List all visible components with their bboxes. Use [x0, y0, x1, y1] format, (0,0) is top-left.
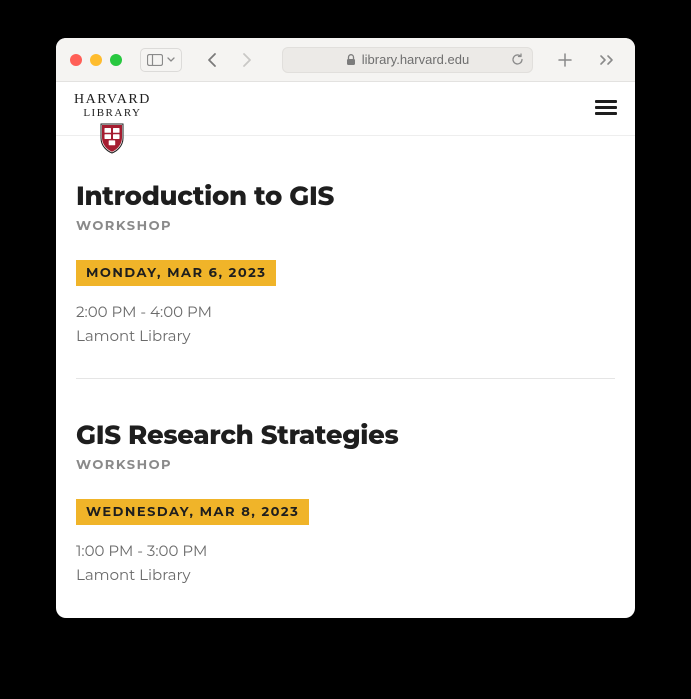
- event-item: GIS Research Strategies WORKSHOP WEDNESD…: [76, 378, 615, 617]
- overflow-button[interactable]: [593, 48, 621, 72]
- brand-line2: LIBRARY: [74, 107, 151, 119]
- minimize-window-button[interactable]: [90, 54, 102, 66]
- url-text: library.harvard.edu: [362, 52, 469, 67]
- sidebar-toggle-button[interactable]: [140, 48, 182, 72]
- event-item: Introduction to GIS WORKSHOP MONDAY, MAR…: [76, 164, 615, 378]
- event-location: Lamont Library: [76, 563, 615, 587]
- browser-window: library.harvard.edu HARVARD LIBRARY: [56, 38, 635, 618]
- event-type: WORKSHOP: [76, 218, 615, 234]
- event-time: 1:00 PM - 3:00 PM: [76, 539, 615, 563]
- close-window-button[interactable]: [70, 54, 82, 66]
- lock-icon: [346, 54, 356, 66]
- reload-button[interactable]: [511, 53, 524, 66]
- event-date-badge: WEDNESDAY, MAR 8, 2023: [76, 499, 309, 525]
- menu-button[interactable]: [595, 100, 617, 115]
- harvard-shield-icon: [99, 122, 125, 154]
- chevron-down-icon: [167, 57, 175, 63]
- nav-arrows: [198, 48, 260, 72]
- browser-titlebar: library.harvard.edu: [56, 38, 635, 82]
- event-title[interactable]: GIS Research Strategies: [76, 419, 615, 451]
- window-controls: [70, 54, 122, 66]
- event-time: 2:00 PM - 4:00 PM: [76, 300, 615, 324]
- forward-button[interactable]: [232, 48, 260, 72]
- event-date-badge: MONDAY, MAR 6, 2023: [76, 260, 276, 286]
- content-area: Introduction to GIS WORKSHOP MONDAY, MAR…: [56, 136, 635, 618]
- site-logo[interactable]: HARVARD LIBRARY: [74, 92, 151, 119]
- new-tab-button[interactable]: [551, 48, 579, 72]
- address-bar[interactable]: library.harvard.edu: [282, 47, 533, 73]
- brand-line1: HARVARD: [74, 92, 151, 107]
- event-title[interactable]: Introduction to GIS: [76, 180, 615, 212]
- event-location: Lamont Library: [76, 324, 615, 348]
- maximize-window-button[interactable]: [110, 54, 122, 66]
- back-button[interactable]: [198, 48, 226, 72]
- sidebar-icon: [147, 54, 163, 66]
- site-header: HARVARD LIBRARY: [56, 82, 635, 136]
- event-type: WORKSHOP: [76, 457, 615, 473]
